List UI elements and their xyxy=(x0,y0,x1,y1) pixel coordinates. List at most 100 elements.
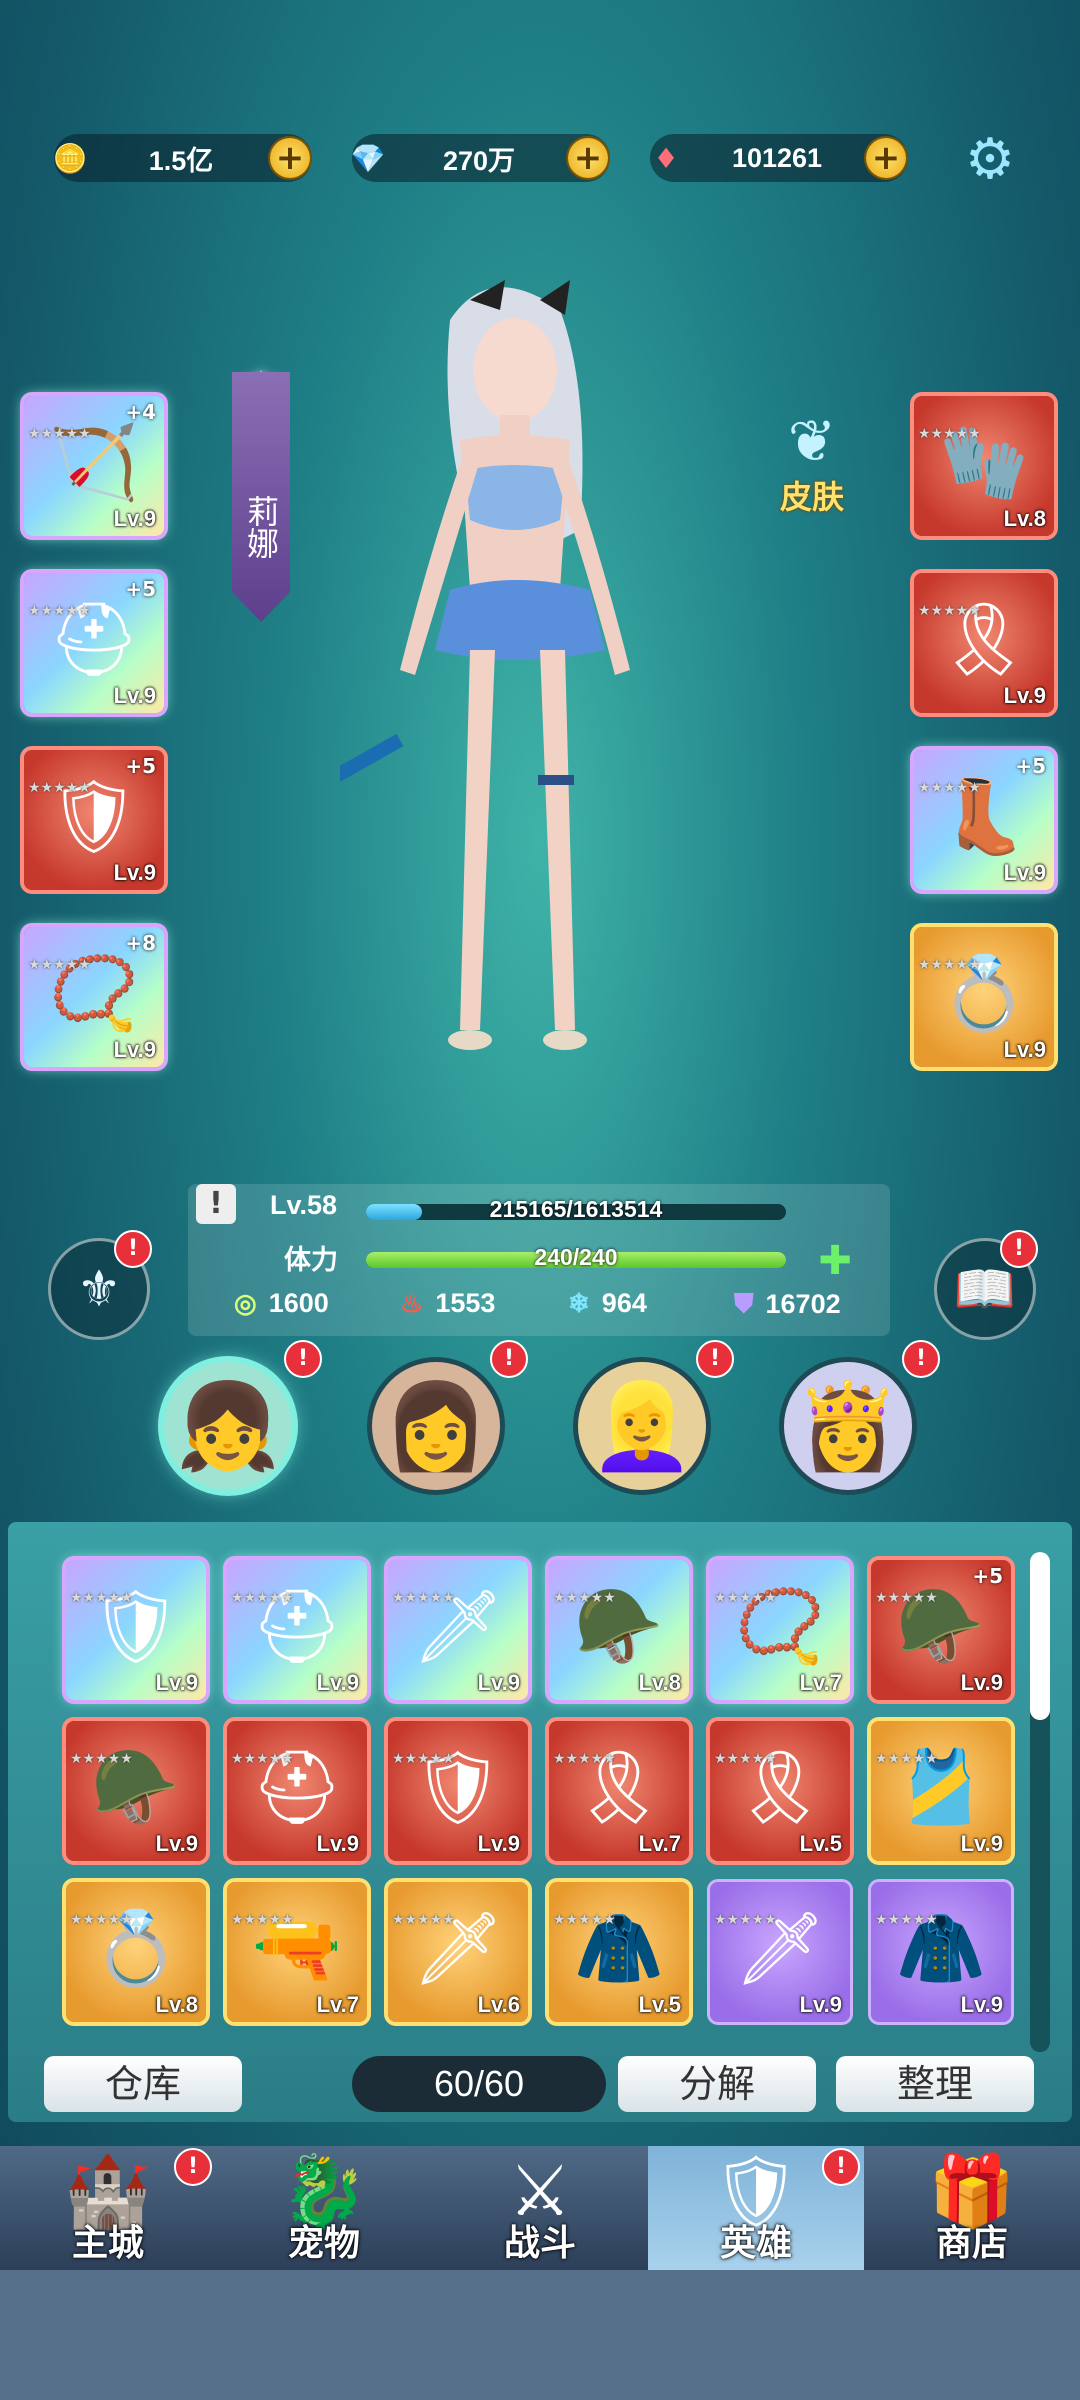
target-icon: ◎ xyxy=(234,1288,257,1318)
star-rating: ★★★★★ xyxy=(70,1590,133,1606)
nav-item-5[interactable]: 🎁 商店 xyxy=(864,2146,1080,2270)
inventory-item[interactable]: 🧥 ★★★★★ Lv.5 xyxy=(549,1882,689,2022)
star-rating: ★★★★★ xyxy=(231,1590,294,1606)
item-level: Lv.9 xyxy=(1003,1037,1046,1062)
hero-portrait-3[interactable]: 👱‍♀️ xyxy=(578,1362,706,1490)
item-level: Lv.7 xyxy=(638,1831,681,1856)
stamina-add-icon[interactable]: ✚ xyxy=(816,1241,854,1281)
item-level: Lv.6 xyxy=(477,1992,520,2017)
inventory-item[interactable]: 📿 ★★★★★ Lv.7 xyxy=(710,1560,850,1700)
nav-label: 商店 xyxy=(935,2223,1008,2264)
item-level: Lv.9 xyxy=(1003,860,1046,885)
book-icon: 📖 xyxy=(953,1260,1017,1318)
attr-value: 964 xyxy=(601,1288,647,1318)
sort-button[interactable]: 整理 xyxy=(836,2056,1034,2112)
inventory-item[interactable]: 🪖 ★★★★★ Lv.9 xyxy=(66,1721,206,1861)
star-rating: ★★★★★ xyxy=(875,1590,938,1606)
currency-2: 💎 270万 + xyxy=(351,134,610,182)
star-rating: ★★★★★ xyxy=(918,957,981,973)
inventory-item[interactable]: 🪖 ★★★★★ +5 Lv.9 xyxy=(871,1560,1011,1700)
nav-item-1[interactable]: 🏰 主城! xyxy=(0,2146,216,2270)
item-level: Lv.9 xyxy=(799,1992,842,2017)
inventory-item[interactable]: 🛡 ★★★★★ Lv.9 xyxy=(66,1560,206,1700)
nav-item-2[interactable]: 🐉 宠物 xyxy=(216,2146,432,2270)
settings-gear-icon[interactable]: ⚙ xyxy=(960,130,1020,190)
avatar: 👸 xyxy=(795,1377,901,1475)
item-level: Lv.8 xyxy=(155,1992,198,2017)
skin-button[interactable]: ❦ 皮肤 xyxy=(770,410,854,518)
star-rating: ★★★★★ xyxy=(392,1751,455,1767)
inventory-scrollbar[interactable] xyxy=(1030,1552,1050,2052)
item-level: Lv.8 xyxy=(1003,506,1046,531)
attr-ice: ❄ 964 xyxy=(568,1288,647,1319)
star-rating: ★★★★★ xyxy=(553,1751,616,1767)
star-rating: ★★★★★ xyxy=(28,603,91,619)
item-level: Lv.5 xyxy=(638,1992,681,2017)
enhance-level: +5 xyxy=(1015,754,1046,778)
alert-badge: ! xyxy=(696,1340,734,1378)
inventory-item[interactable]: ⛑ ★★★★★ Lv.9 xyxy=(227,1560,367,1700)
star-rating: ★★★★★ xyxy=(875,1751,938,1767)
enhance-level: +5 xyxy=(125,577,156,601)
inventory-item[interactable]: 🛡 ★★★★★ Lv.9 xyxy=(388,1721,528,1861)
item-level: Lv.9 xyxy=(1003,683,1046,708)
item-level: Lv.8 xyxy=(638,1670,681,1695)
inventory-count: 60/60 xyxy=(352,2056,606,2112)
currency-1: 🪙 1.5亿 + xyxy=(53,134,312,182)
add-currency-button[interactable]: + xyxy=(270,138,310,178)
alert-badge: ! xyxy=(114,1230,152,1268)
hero-name-banner: 莉娜 xyxy=(232,372,290,622)
item-level: Lv.9 xyxy=(113,860,156,885)
equip-slot-left[interactable]: 🏹 ★★★★★ +4 Lv.9 xyxy=(24,396,164,536)
equip-slot-right[interactable]: 🧤 ★★★★★ Lv.8 xyxy=(914,396,1054,536)
inventory-item[interactable]: 🗡 ★★★★★ Lv.6 xyxy=(388,1882,528,2022)
inventory-item[interactable]: 🎗 ★★★★★ Lv.5 xyxy=(710,1721,850,1861)
nav-label: 英雄 xyxy=(719,2223,792,2264)
equip-slot-right[interactable]: 🎗 ★★★★★ Lv.9 xyxy=(914,573,1054,713)
star-rating: ★★★★★ xyxy=(392,1590,455,1606)
storage-button[interactable]: 仓库 xyxy=(44,2056,242,2112)
inventory-item[interactable]: 🎗 ★★★★★ Lv.7 xyxy=(549,1721,689,1861)
inventory-item[interactable]: 🗡 ★★★★★ Lv.9 xyxy=(710,1882,850,2022)
hero-character-model xyxy=(340,280,630,1050)
inventory-item[interactable]: 🗡 ★★★★★ Lv.9 xyxy=(388,1560,528,1700)
inventory-item[interactable]: ⛑ ★★★★★ Lv.9 xyxy=(227,1721,367,1861)
currency-value: 270万 xyxy=(442,145,516,176)
inventory-item[interactable]: 🧥 ★★★★★ Lv.9 xyxy=(871,1882,1011,2022)
currency-3: ♦ 101261 + xyxy=(650,134,908,182)
level-label: Lv.58 xyxy=(270,1190,338,1220)
nav-item-4[interactable]: 🛡 英雄! xyxy=(648,2146,864,2270)
equip-slot-left[interactable]: ⛑ ★★★★★ +5 Lv.9 xyxy=(24,573,164,713)
hero-portrait-1[interactable]: 👧 xyxy=(164,1362,292,1490)
stamina-bar: 240/240 xyxy=(366,1244,786,1270)
item-level: Lv.9 xyxy=(316,1670,359,1695)
add-currency-button[interactable]: + xyxy=(568,138,608,178)
hero-portrait-2[interactable]: 👩 xyxy=(372,1362,500,1490)
equip-slot-right[interactable]: 👢 ★★★★★ +5 Lv.9 xyxy=(914,750,1054,890)
item-level: Lv.9 xyxy=(477,1670,520,1695)
avatar: 👱‍♀️ xyxy=(589,1377,695,1475)
inventory-item[interactable]: 🎽 ★★★★★ Lv.9 xyxy=(871,1721,1011,1861)
inventory-item[interactable]: 🪖 ★★★★★ Lv.8 xyxy=(549,1560,689,1700)
inventory-item[interactable]: 🔫 ★★★★★ Lv.7 xyxy=(227,1882,367,2022)
scroll-thumb[interactable] xyxy=(1030,1552,1050,1720)
equip-slot-left[interactable]: 🛡 ★★★★★ +5 Lv.9 xyxy=(24,750,164,890)
add-currency-button[interactable]: + xyxy=(866,138,906,178)
avatar: 👩 xyxy=(383,1377,489,1475)
item-level: Lv.9 xyxy=(477,1831,520,1856)
hero-portrait-4[interactable]: 👸 xyxy=(784,1362,912,1490)
alert-badge: ! xyxy=(1000,1230,1038,1268)
bottom-navigation: 🏰 主城! 🐉 宠物 ⚔ 战斗 🛡 英雄! 🎁 商店 xyxy=(0,2146,1080,2270)
decompose-button[interactable]: 分解 xyxy=(618,2056,816,2112)
star-rating: ★★★★★ xyxy=(28,957,91,973)
info-icon[interactable]: ! xyxy=(196,1184,236,1224)
inventory-item[interactable]: 💍 ★★★★★ Lv.8 xyxy=(66,1882,206,2022)
attr-attack: ◎ 1600 xyxy=(234,1288,329,1319)
nav-item-3[interactable]: ⚔ 战斗 xyxy=(432,2146,648,2270)
equip-slot-left[interactable]: 📿 ★★★★★ +8 Lv.9 xyxy=(24,927,164,1067)
enhance-level: +8 xyxy=(125,931,156,955)
snowflake-icon: ❄ xyxy=(568,1288,590,1318)
equip-slot-right[interactable]: 💍 ★★★★★ Lv.9 xyxy=(914,927,1054,1067)
trident-icon: ⚜ xyxy=(76,1260,122,1318)
star-rating: ★★★★★ xyxy=(28,426,91,442)
